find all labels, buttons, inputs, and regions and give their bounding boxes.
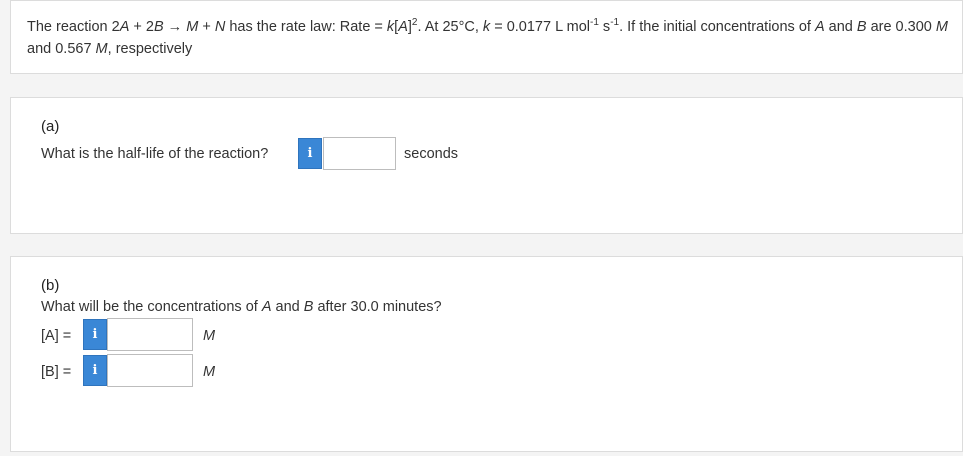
part-a-card: (a) What is the half-life of the reactio…	[10, 97, 963, 234]
unit-molar: M	[203, 364, 216, 380]
problem-statement: The reaction 2A + 2B → M + N has the rat…	[27, 17, 948, 58]
conc-b-input[interactable]	[107, 354, 193, 387]
part-a-label: (a)	[41, 118, 60, 135]
info-icon[interactable]: i	[298, 138, 322, 169]
conc-a-label: [A] =	[41, 328, 72, 344]
conc-b-label: [B] =	[41, 364, 72, 380]
part-b-question: What will be the concentrations of A and…	[41, 299, 442, 315]
conc-a-input[interactable]	[107, 318, 193, 351]
part-a-question: What is the half-life of the reaction?	[41, 146, 269, 162]
info-icon[interactable]: i	[83, 319, 107, 350]
half-life-input[interactable]	[323, 137, 396, 170]
problem-statement-card: The reaction 2A + 2B → M + N has the rat…	[10, 0, 963, 74]
unit-molar: M	[203, 328, 216, 344]
info-icon[interactable]: i	[83, 355, 107, 386]
part-b-card: (b) What will be the concentrations of A…	[10, 256, 963, 452]
unit-seconds: seconds	[404, 146, 459, 162]
part-b-label: (b)	[41, 277, 60, 294]
